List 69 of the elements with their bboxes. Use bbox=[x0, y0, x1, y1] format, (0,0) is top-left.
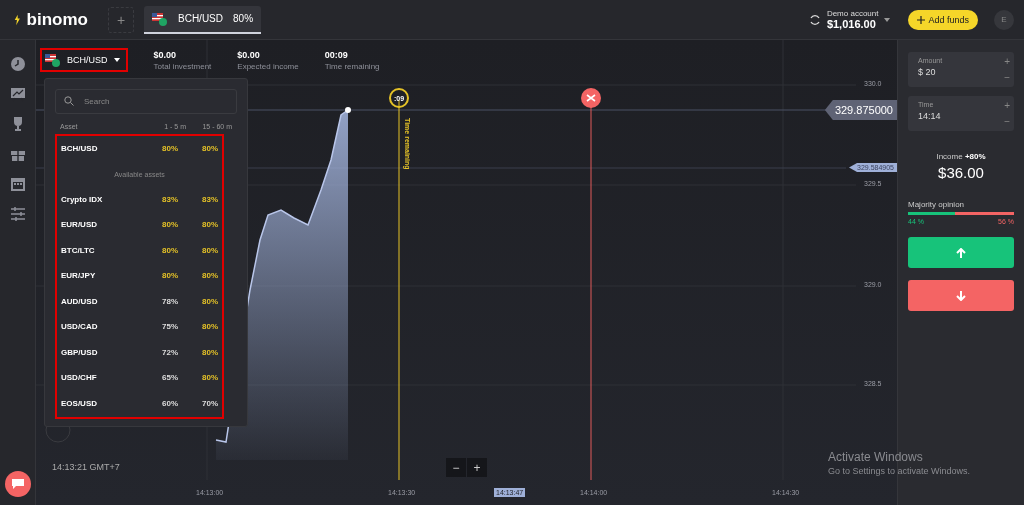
account-type: Demo account bbox=[826, 9, 879, 18]
chat-button[interactable] bbox=[5, 471, 31, 497]
payout-rate: 78% bbox=[161, 296, 178, 306]
add-funds-button[interactable]: Add funds bbox=[908, 9, 978, 30]
stat-value: $0.00 bbox=[237, 49, 261, 60]
payout-rate: 80% bbox=[201, 144, 218, 154]
payout-rate: 80% bbox=[201, 220, 218, 230]
refresh-icon[interactable] bbox=[808, 13, 821, 26]
stat-value: $0.00 bbox=[153, 49, 178, 60]
speech-bubble-icon bbox=[12, 479, 24, 489]
payout-rate: 80% bbox=[201, 347, 218, 357]
search-field[interactable]: Search bbox=[55, 89, 237, 114]
notice-title: Activate Windows bbox=[828, 450, 924, 464]
asset-tab[interactable]: BCH/USD 80% bbox=[144, 5, 262, 34]
plus-icon bbox=[917, 15, 926, 24]
clock-icon[interactable] bbox=[9, 56, 26, 72]
stat-label: Time remaining bbox=[324, 61, 380, 71]
asset-name[interactable]: BCH/USD bbox=[61, 144, 138, 154]
payout-rate: 80% bbox=[161, 144, 178, 154]
payout-rate: 80% bbox=[161, 245, 178, 255]
payout-rate: 80% bbox=[201, 296, 218, 306]
logo-icon bbox=[14, 12, 21, 27]
payout-rate: 70% bbox=[201, 398, 218, 408]
zoom-out-button[interactable]: − bbox=[446, 458, 466, 477]
payout-rate: 72% bbox=[161, 347, 178, 357]
asset-name[interactable]: EUR/JPY bbox=[61, 271, 138, 281]
sliders-icon[interactable] bbox=[9, 206, 26, 222]
arrow-down-icon bbox=[956, 290, 966, 301]
asset-name[interactable]: GBP/USD bbox=[61, 347, 138, 357]
payout-rate: 65% bbox=[161, 373, 178, 383]
asset-name[interactable]: USD/CAD bbox=[61, 322, 138, 332]
asset-name[interactable]: BTC/LTC bbox=[61, 245, 138, 255]
asset-name[interactable]: Crypto IDX bbox=[61, 194, 138, 204]
caret-icon bbox=[113, 58, 120, 62]
payout-rate: 75% bbox=[161, 322, 178, 332]
payout-rate: 83% bbox=[161, 194, 178, 204]
zoom-in-button[interactable]: + bbox=[467, 458, 487, 477]
notice-text: Go to Settings to activate Windows. bbox=[828, 466, 972, 476]
server-time: 14:13:21 GMT+7 bbox=[52, 462, 120, 472]
asset-name[interactable]: EOS/USD bbox=[61, 398, 138, 408]
payout-rate: 60% bbox=[161, 398, 178, 408]
caret-icon[interactable] bbox=[884, 17, 891, 22]
account-balance: $1,016.00 bbox=[826, 18, 877, 30]
decrease-button[interactable]: − bbox=[1004, 73, 1010, 83]
asset-name[interactable]: EUR/USD bbox=[61, 220, 138, 230]
payout-rate: 83% bbox=[201, 194, 218, 204]
asset-name[interactable]: USD/CHF bbox=[61, 373, 138, 383]
current-price-tag: 329.875000 bbox=[824, 100, 897, 120]
arrow-up-icon bbox=[956, 247, 966, 258]
majority-label: Majority opinion bbox=[908, 200, 966, 209]
stat-label: Total investment bbox=[153, 61, 212, 71]
search-icon bbox=[64, 96, 74, 106]
income-label: Income +80% bbox=[936, 152, 986, 161]
flag-icon bbox=[152, 11, 168, 26]
stat-label: Expected income bbox=[237, 61, 299, 71]
payout-rate: 80% bbox=[161, 271, 178, 281]
payout-rate: 80% bbox=[201, 322, 218, 332]
flag-icon bbox=[45, 53, 61, 67]
add-tab-button[interactable]: + bbox=[108, 6, 134, 33]
decrease-button[interactable]: − bbox=[1004, 117, 1010, 127]
income-value: $36.00 bbox=[938, 164, 984, 181]
payout-rate: 80% bbox=[201, 245, 218, 255]
payout-rate: 80% bbox=[161, 220, 178, 230]
stat-value: 00:09 bbox=[324, 49, 349, 60]
payout-rate: 80% bbox=[201, 271, 218, 281]
payout-rate: 80% bbox=[201, 373, 218, 383]
asset-selector[interactable]: BCH/USD bbox=[40, 48, 128, 72]
logo-text: binomo bbox=[26, 9, 88, 30]
asset-name[interactable]: AUD/USD bbox=[61, 296, 138, 306]
